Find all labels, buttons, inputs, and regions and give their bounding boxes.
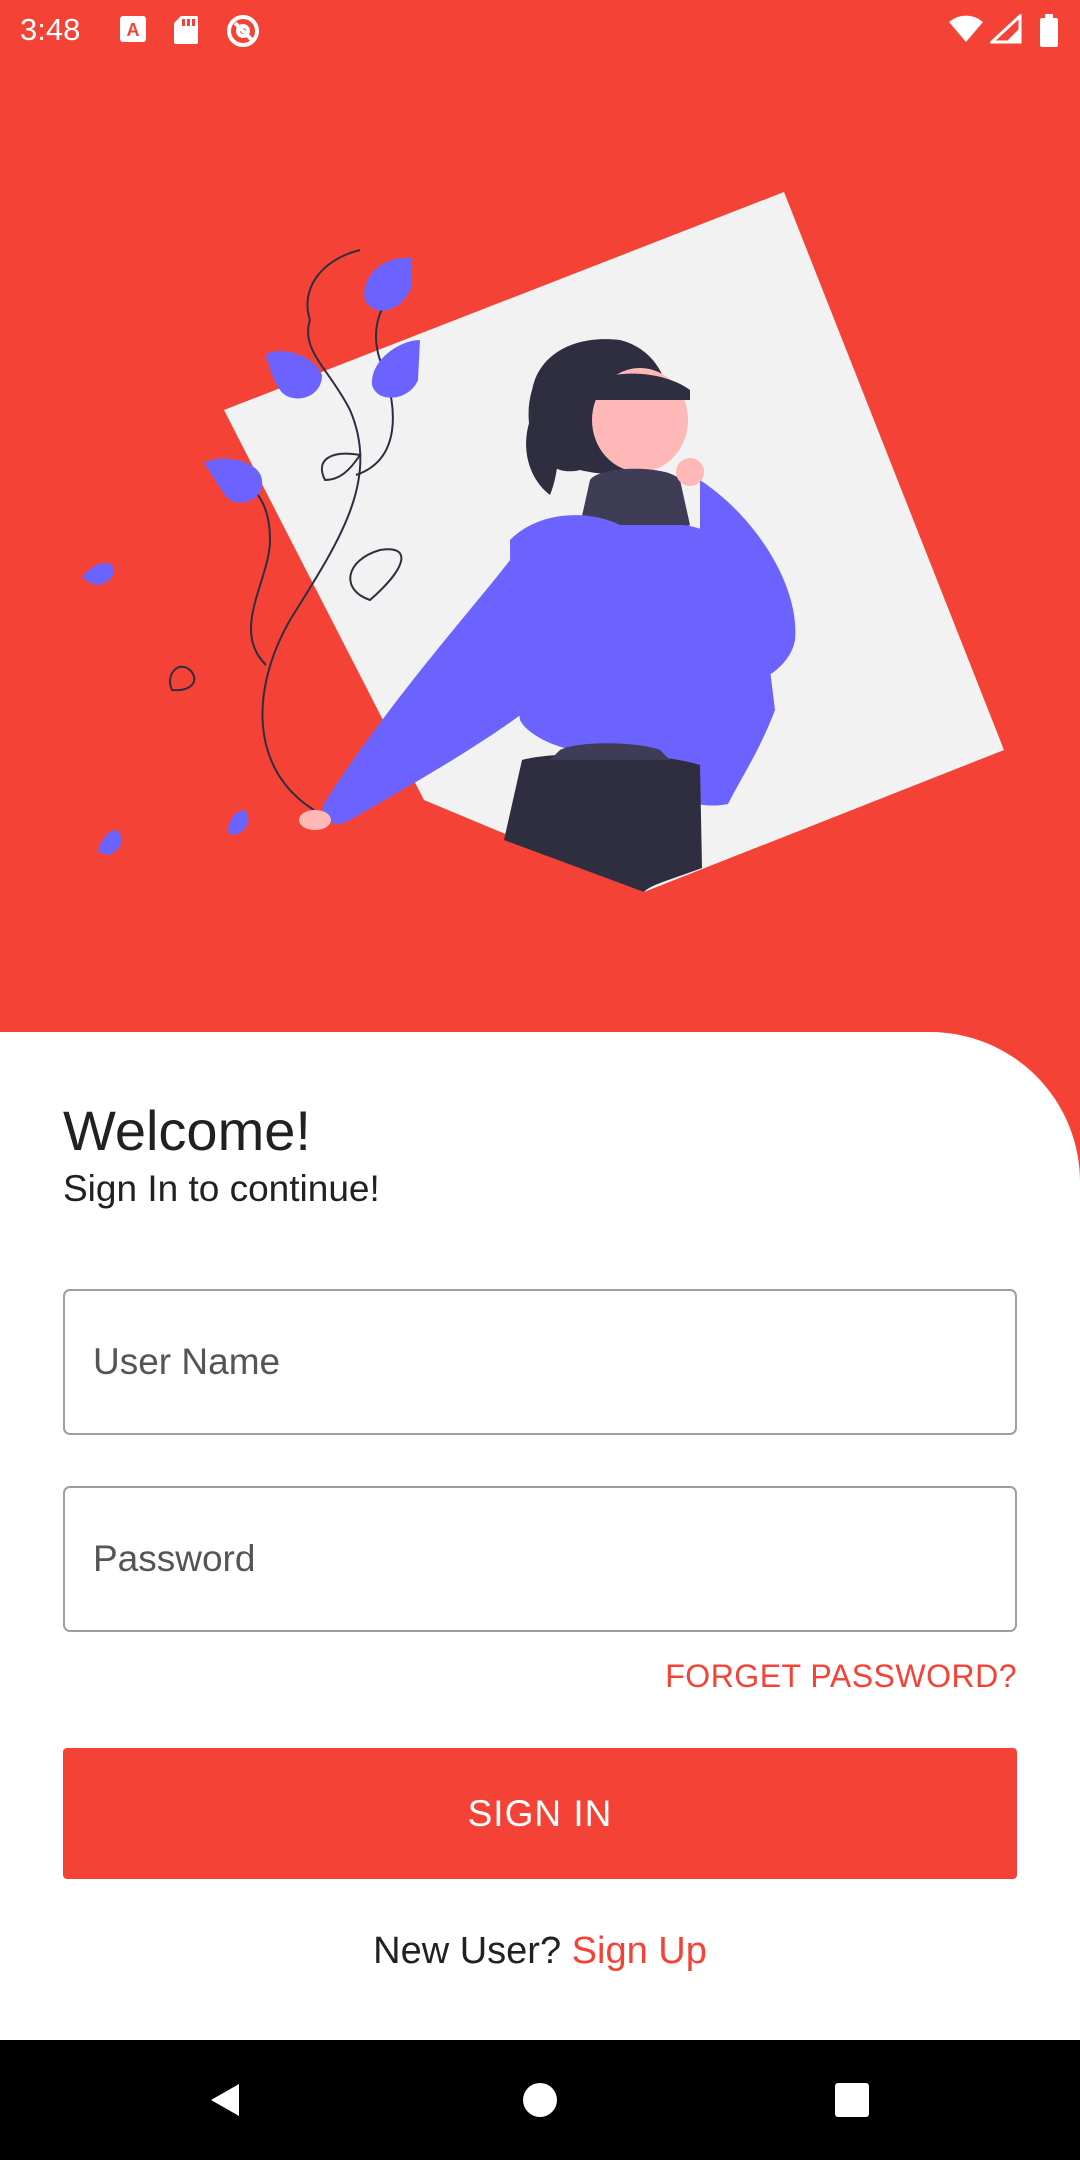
recents-icon[interactable]: [822, 2070, 882, 2130]
new-user-text: New User?: [373, 1930, 562, 1972]
home-icon[interactable]: [510, 2070, 570, 2130]
back-icon[interactable]: [195, 2070, 255, 2130]
wifi-icon: [949, 15, 983, 42]
username-field[interactable]: [63, 1289, 1017, 1435]
status-bar: 3:48 A: [0, 0, 1080, 60]
password-field[interactable]: [63, 1486, 1017, 1632]
password-input[interactable]: [65, 1488, 1015, 1630]
username-input[interactable]: [65, 1291, 1015, 1433]
svg-text:A: A: [127, 20, 140, 40]
sign-in-button[interactable]: SIGN IN: [63, 1748, 1017, 1879]
sign-up-link[interactable]: Sign Up: [572, 1930, 707, 1972]
battery-icon: [1040, 14, 1058, 47]
woman-with-plant-illustration: [82, 192, 1004, 892]
at-sign-icon: [227, 15, 259, 47]
header-banner: 3:48 A: [0, 0, 1080, 1180]
welcome-subtitle: Sign In to continue!: [63, 1168, 380, 1209]
new-user-row: New User? Sign Up: [0, 1930, 1080, 1973]
a-badge-icon: A: [120, 16, 146, 42]
signal-icon: [990, 14, 1022, 44]
sd-card-icon: [174, 16, 198, 44]
welcome-title: Welcome!: [63, 1099, 311, 1162]
forgot-password-link[interactable]: FORGET PASSWORD?: [665, 1658, 1017, 1695]
navigation-bar: [0, 2040, 1080, 2160]
status-time: 3:48: [20, 12, 81, 47]
